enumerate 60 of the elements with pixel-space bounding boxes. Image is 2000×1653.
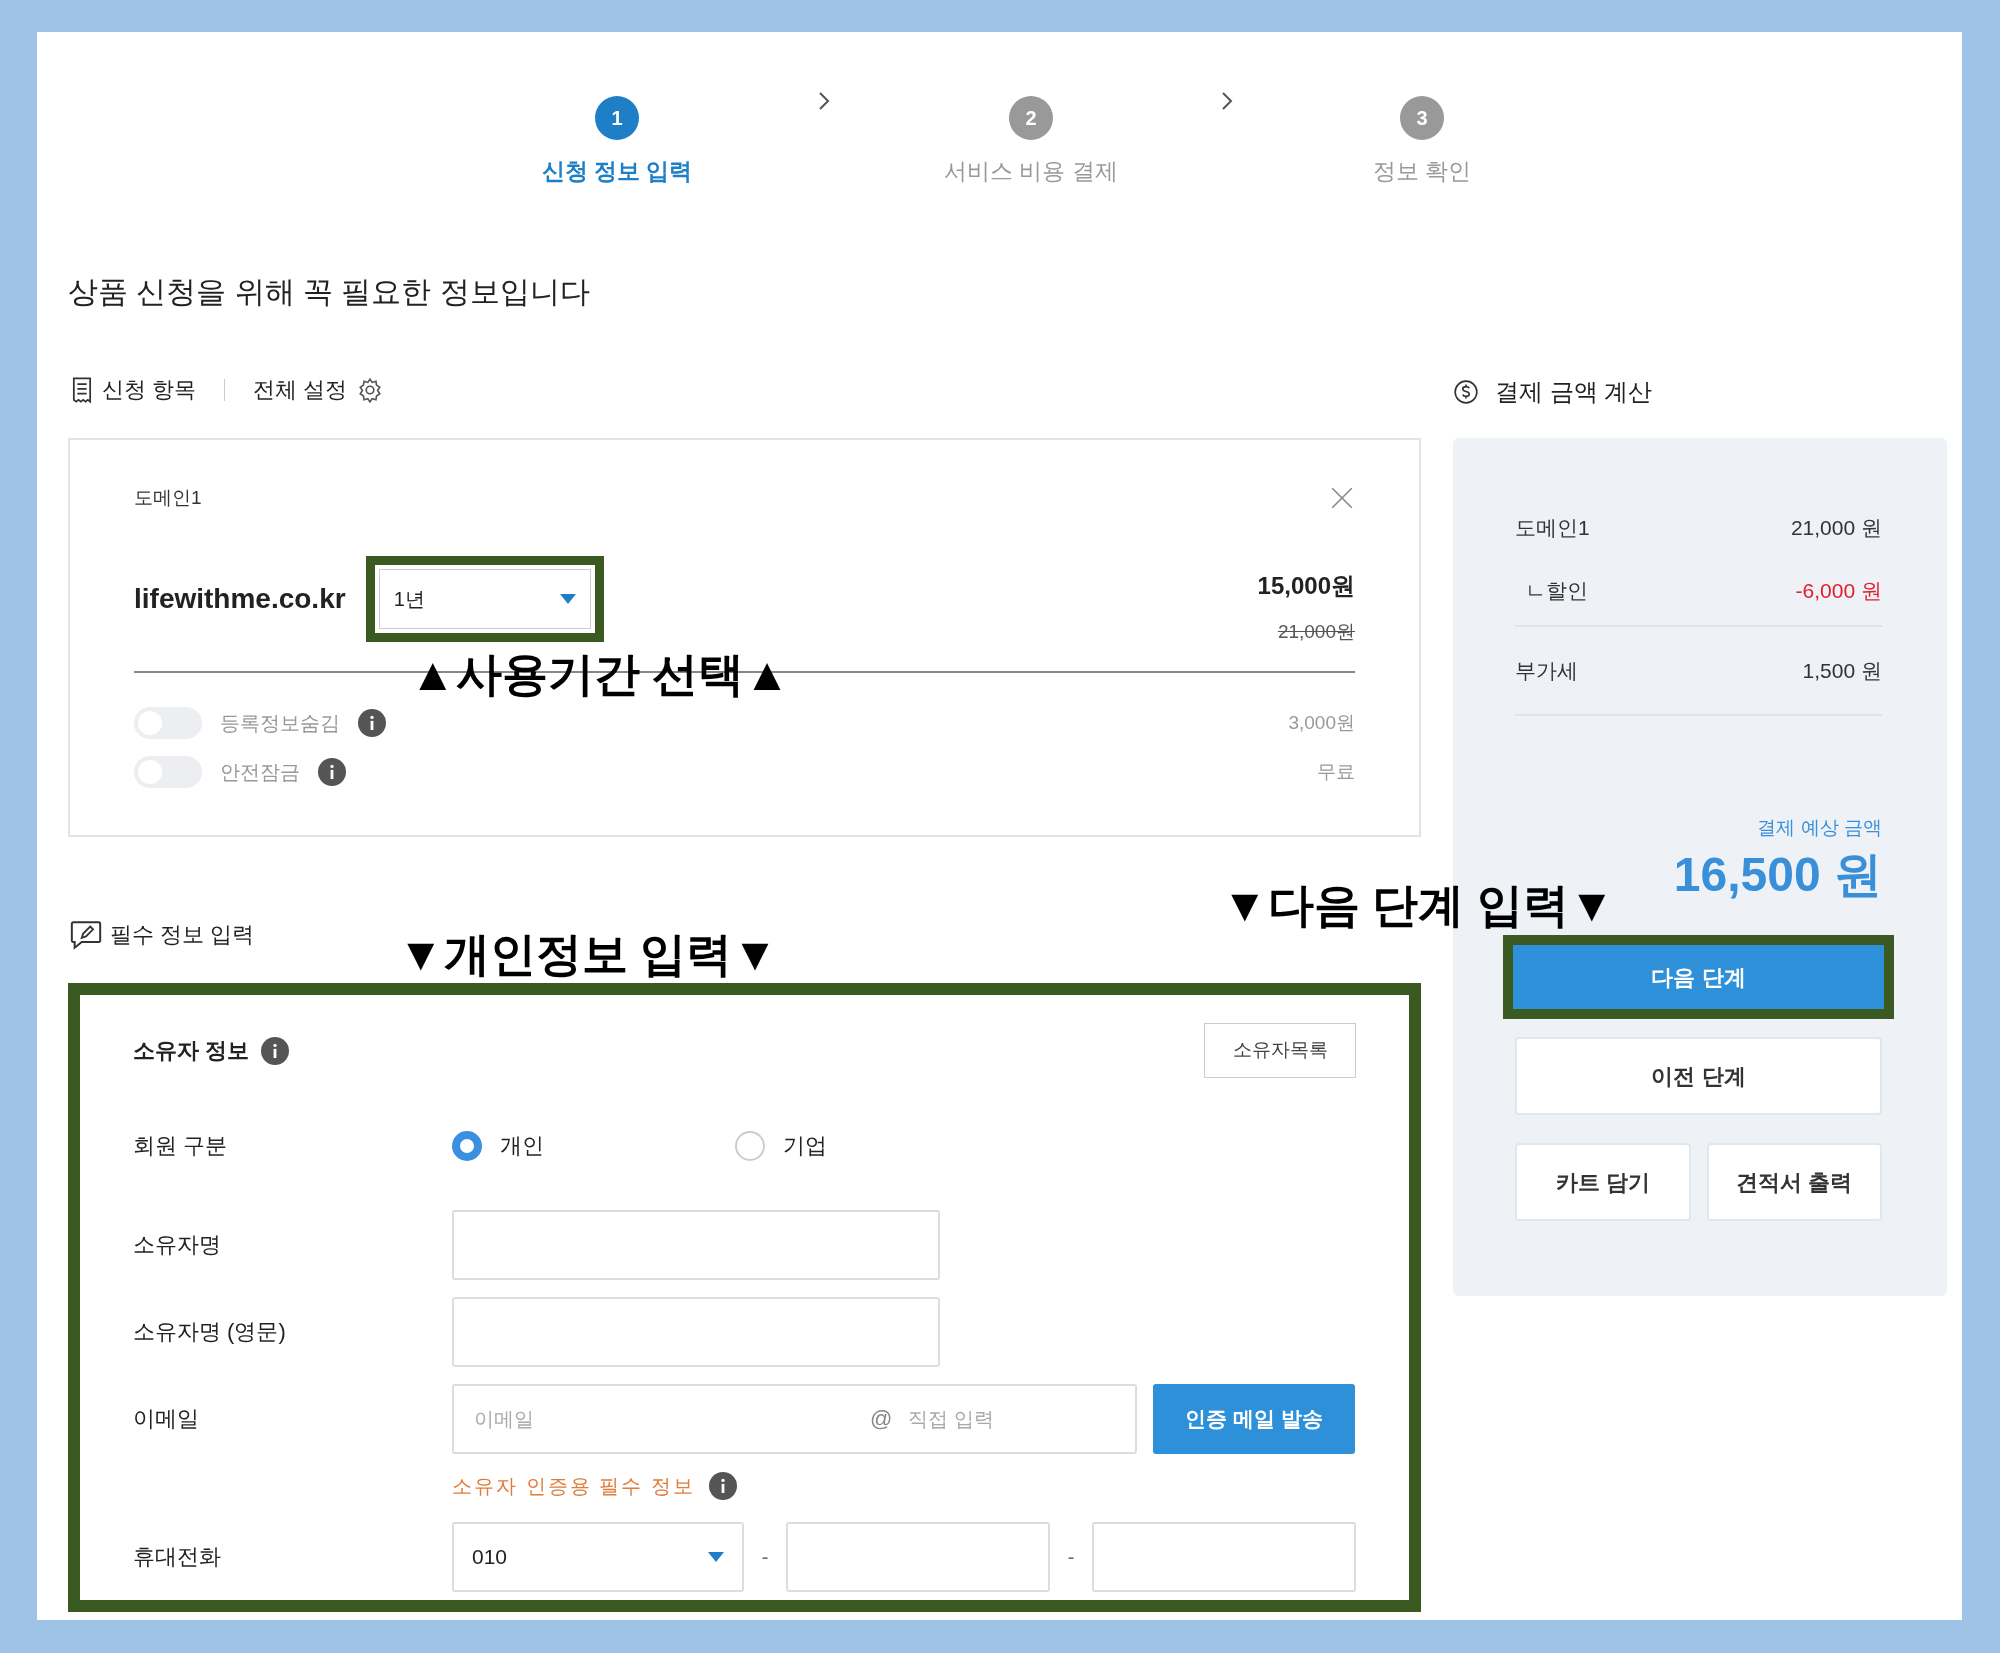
total-amount: 16,500 원: [1673, 848, 1882, 902]
section-label: 신청 항목: [102, 376, 197, 404]
at-sign: @: [870, 1405, 893, 1433]
email-input[interactable]: 이메일: [474, 1403, 854, 1434]
option-label: 안전잠금: [220, 760, 300, 785]
field-label: 소유자명: [133, 1231, 222, 1259]
domain-label: 도메인1: [134, 485, 202, 510]
option-price: 무료: [1317, 759, 1355, 784]
input-field[interactable]: [785, 1521, 1051, 1592]
field-label: 소유자명 (영문): [133, 1318, 287, 1346]
owner-info-title: 소유자 정보: [133, 1037, 250, 1065]
option-price: 3,000원: [1288, 710, 1355, 735]
caret-down-icon: [708, 1551, 725, 1562]
step-label[interactable]: 신청 정보 입력: [541, 154, 693, 189]
section-label: 결제 금액 계산: [1495, 376, 1653, 407]
summary-label: 부가세: [1515, 657, 1578, 684]
radio-option[interactable]: 기업: [735, 1129, 1018, 1162]
radio-option[interactable]: 개인: [452, 1129, 735, 1162]
field-label: 회원 구분: [133, 1132, 229, 1160]
annotation-text: ▼개인정보 입력▼: [398, 927, 778, 982]
summary-label: ㄴ할인: [1524, 578, 1588, 604]
info-icon[interactable]: [358, 709, 386, 737]
required-note: 소유자 인증용 필수 정보: [452, 1473, 695, 1499]
step-number[interactable]: 1: [595, 96, 639, 140]
action-button[interactable]: 견적서 출력: [1706, 1143, 1882, 1222]
summary-amount: 1,500 원: [1802, 657, 1882, 684]
field-label: 휴대전화: [133, 1543, 222, 1571]
settings-button[interactable]: 전체 설정: [253, 373, 384, 406]
settings-icon[interactable]: [357, 376, 384, 403]
dash-separator: -: [760, 1544, 770, 1570]
phone-prefix-select[interactable]: 010: [452, 1521, 745, 1592]
summary-label: 도메인1: [1515, 514, 1590, 541]
info-icon[interactable]: [261, 1036, 290, 1065]
dollar-circle-icon: [1453, 378, 1479, 405]
info-icon[interactable]: [708, 1471, 737, 1500]
section-label: 필수 정보 입력: [110, 921, 255, 949]
caret-down-icon: [559, 594, 576, 604]
radio-button[interactable]: [452, 1130, 482, 1161]
period-select[interactable]: 1년: [378, 569, 591, 629]
summary-amount: 21,000 원: [1790, 514, 1882, 541]
info-icon[interactable]: [318, 758, 346, 786]
dash-separator: -: [1066, 1544, 1076, 1570]
owner-list-button[interactable]: 소유자목록: [1204, 1023, 1356, 1078]
annotation-text: ▲사용기간 선택▲: [410, 647, 790, 702]
input-field[interactable]: [1091, 1521, 1356, 1592]
price-text: 15,000원: [1257, 571, 1355, 601]
total-label: 결제 예상 금액: [1757, 816, 1882, 840]
input-field[interactable]: [452, 1296, 940, 1367]
email-domain-input[interactable]: 직접 입력: [908, 1403, 1109, 1434]
option-label: 등록정보숨김: [220, 711, 340, 736]
radio-button[interactable]: [735, 1130, 765, 1161]
input-field[interactable]: [452, 1209, 940, 1280]
original-price: 21,000원: [1277, 620, 1355, 644]
field-label: 이메일: [133, 1405, 200, 1433]
domain-name: lifewithme.co.kr: [134, 582, 346, 616]
summary-amount: -6,000 원: [1795, 578, 1882, 604]
annotation-text: ▼다음 단계 입력▼: [1222, 878, 1615, 933]
action-button[interactable]: 이전 단계: [1515, 1037, 1882, 1116]
page-heading: 상품 신청을 위해 꼭 필요한 정보입니다: [68, 273, 591, 310]
action-button[interactable]: 카트 담기: [1515, 1143, 1691, 1222]
